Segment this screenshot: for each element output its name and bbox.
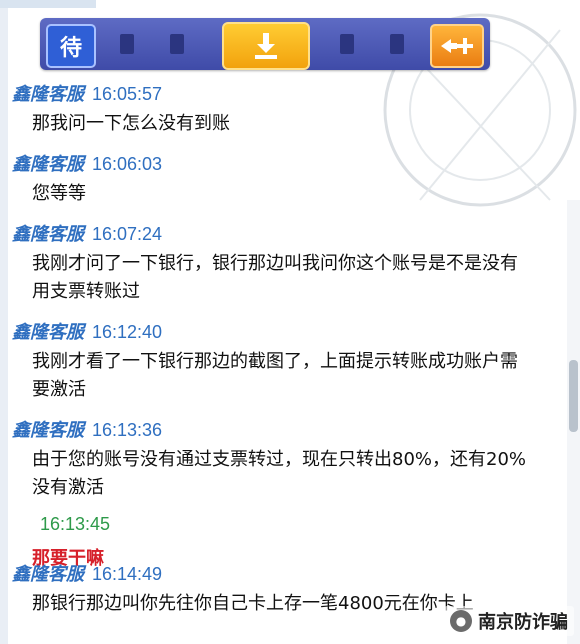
wechat-icon: ● — [450, 610, 472, 632]
message-text: 您等等 — [32, 183, 86, 204]
sender-name: 鑫隆客服 — [12, 564, 84, 585]
pending-button[interactable]: 待 — [46, 24, 96, 68]
toolbar-decoration — [170, 34, 184, 54]
window-left-edge — [0, 0, 8, 644]
window-top-edge — [0, 0, 96, 8]
sender-name: 鑫隆客服 — [12, 420, 84, 441]
add-button[interactable] — [430, 24, 484, 68]
sender-name: 鑫隆客服 — [12, 84, 84, 105]
message-text: 我刚才看了一下银行那边的截图了，上面提示转账成功账户需要激活 — [32, 351, 518, 400]
message-item: 鑫隆客服 16:05:57 那我问一下怎么没有到账 — [12, 80, 572, 138]
sender-name: 鑫隆客服 — [12, 224, 84, 245]
sender-name: 鑫隆客服 — [12, 322, 84, 343]
arrow-plus-icon — [441, 38, 473, 54]
watermark-text: 南京防诈骗 — [478, 612, 568, 633]
message-item: 鑫隆客服 16:12:40 我刚才看了一下银行那边的截图了，上面提示转账成功账户… — [12, 318, 572, 404]
message-text: 我刚才问了一下银行，银行那边叫我问你这个账号是不是没有用支票转账过 — [32, 253, 518, 302]
message-time: 16:07:24 — [92, 224, 163, 244]
message-item: 鑫隆客服 16:13:36 由于您的账号没有通过支票转过，现在只转出80%，还有… — [12, 416, 572, 502]
download-icon — [255, 33, 277, 59]
message-time: 16:05:57 — [92, 84, 163, 104]
message-time: 16:13:36 — [92, 420, 163, 440]
message-text: 由于您的账号没有通过支票转过，现在只转出80%，还有20%没有激活 — [32, 449, 527, 498]
message-time: 16:12:40 — [92, 322, 163, 342]
message-list: 鑫隆客服 16:05:57 那我问一下怎么没有到账 鑫隆客服 16:06:03 … — [12, 80, 572, 582]
toolbar-decoration — [340, 34, 354, 54]
sender-name: 鑫隆客服 — [12, 154, 84, 175]
message-item: 鑫隆客服 16:07:24 我刚才问了一下银行，银行那边叫我问你这个账号是不是没… — [12, 220, 572, 306]
watermark: ● 南京防诈骗 — [444, 606, 574, 636]
pending-button-label: 待 — [59, 36, 82, 61]
toolbar-decoration — [120, 34, 134, 54]
toolbar-decoration — [390, 34, 404, 54]
self-message-time: 16:13:45 — [40, 514, 111, 534]
message-text: 那我问一下怎么没有到账 — [32, 113, 230, 134]
chat-toolbar: 待 — [40, 18, 490, 70]
message-time: 16:06:03 — [92, 154, 163, 174]
download-button[interactable] — [222, 22, 310, 70]
message-item: 鑫隆客服 16:06:03 您等等 — [12, 150, 572, 208]
message-time: 16:14:49 — [92, 564, 163, 584]
